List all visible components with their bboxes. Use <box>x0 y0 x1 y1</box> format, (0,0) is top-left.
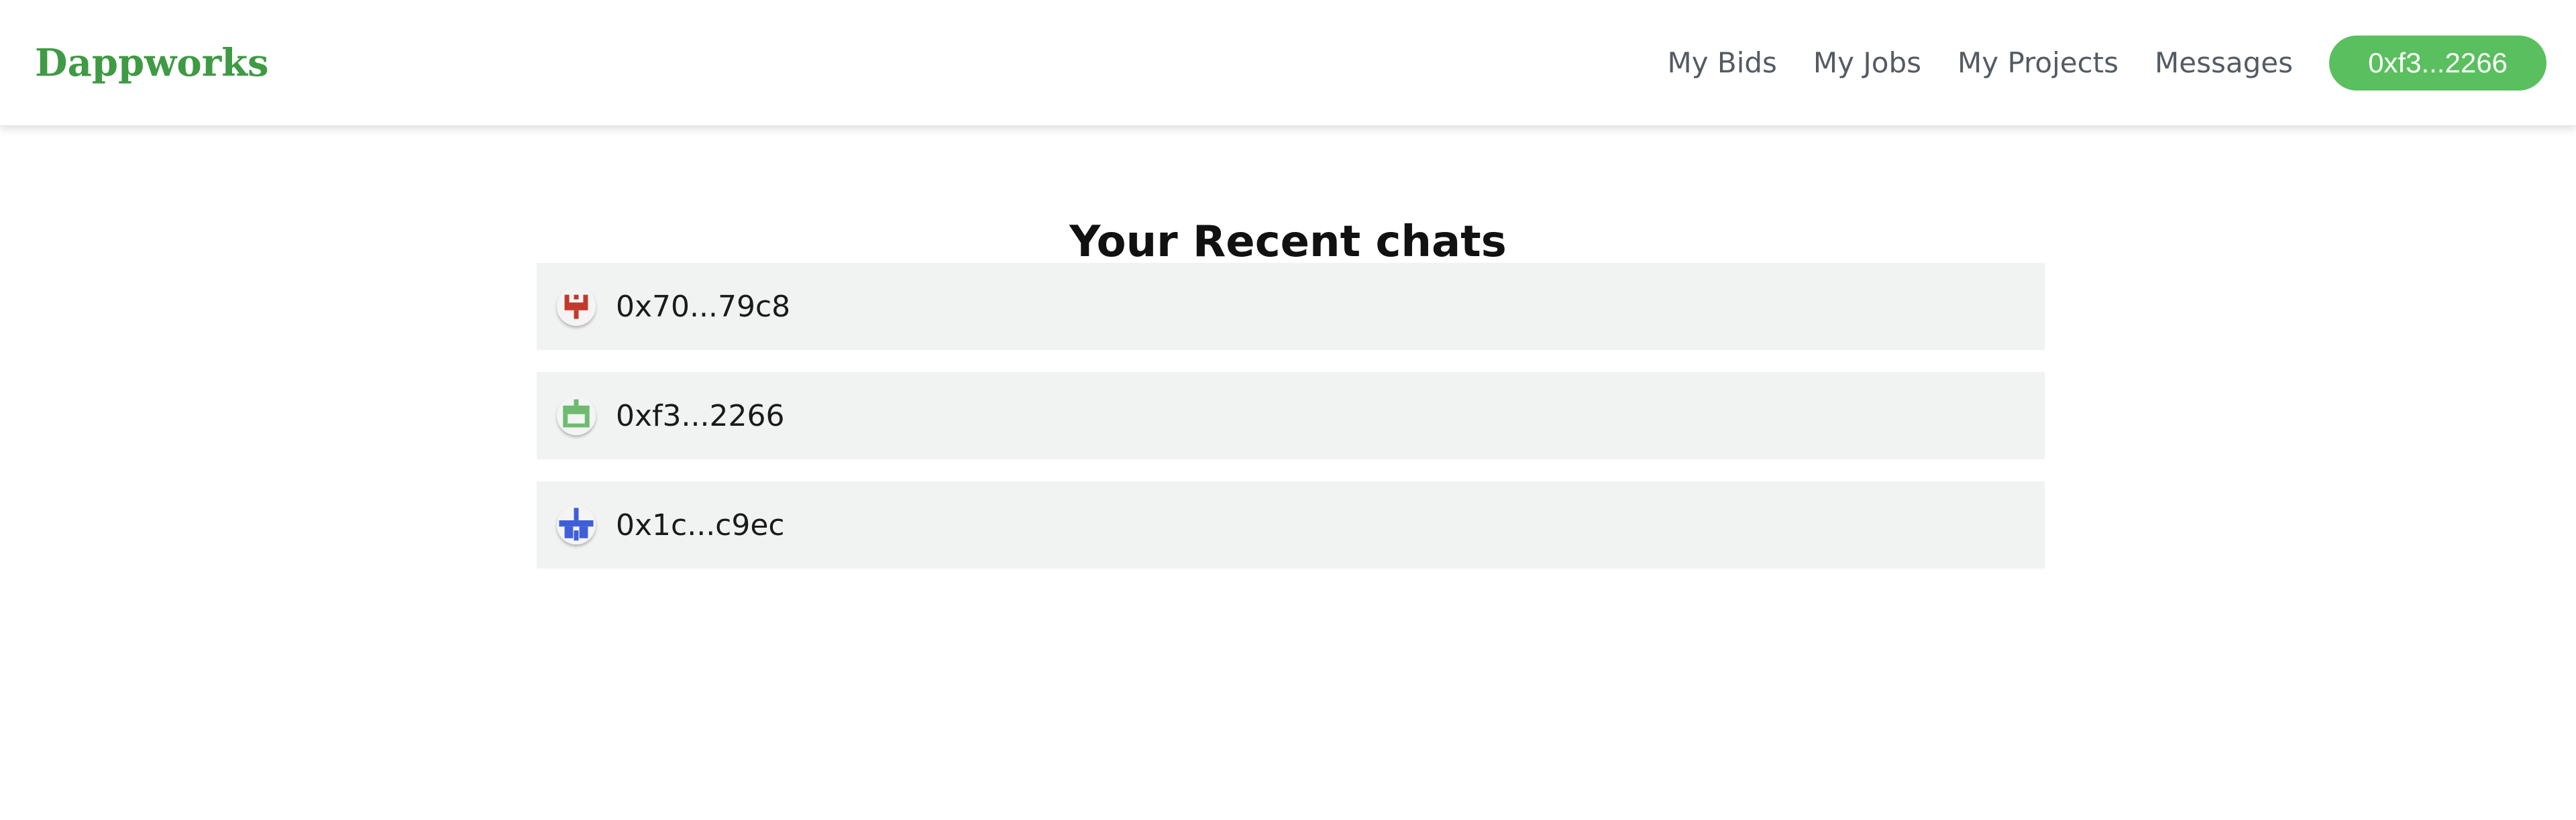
identicon-avatar-icon <box>557 506 596 544</box>
brand-logo[interactable]: Dappworks <box>35 38 269 89</box>
chat-address: 0xf3...2266 <box>616 398 785 433</box>
chat-list-item[interactable]: 0x1c...c9ec <box>537 481 2045 569</box>
chat-list-item[interactable]: 0xf3...2266 <box>537 372 2045 459</box>
recent-chats-list: 0x70...79c8 0xf3...2266 0x1c...c9ec <box>537 263 2045 591</box>
nav-link-my-projects[interactable]: My Projects <box>1957 38 2118 89</box>
nav-link-my-bids[interactable]: My Bids <box>1667 38 1776 89</box>
nav-links: My Bids My Jobs My Projects Messages 0xf… <box>1667 36 2576 91</box>
wallet-account-button[interactable]: 0xf3...2266 <box>2329 36 2546 91</box>
identicon-red-icon <box>557 287 596 326</box>
chat-address: 0x1c...c9ec <box>616 508 785 542</box>
chat-list-item[interactable]: 0x70...79c8 <box>537 263 2045 350</box>
nav-link-my-jobs[interactable]: My Jobs <box>1813 38 1921 89</box>
identicon-avatar-icon <box>557 287 596 326</box>
chat-address: 0x70...79c8 <box>616 289 791 324</box>
identicon-blue-icon <box>557 506 596 544</box>
nav-link-messages[interactable]: Messages <box>2155 38 2293 89</box>
top-navbar: Dappworks My Bids My Jobs My Projects Me… <box>0 0 2576 126</box>
page-title: Your Recent chats <box>1069 217 1507 267</box>
identicon-avatar-icon <box>557 396 596 435</box>
identicon-green-icon <box>557 396 596 435</box>
